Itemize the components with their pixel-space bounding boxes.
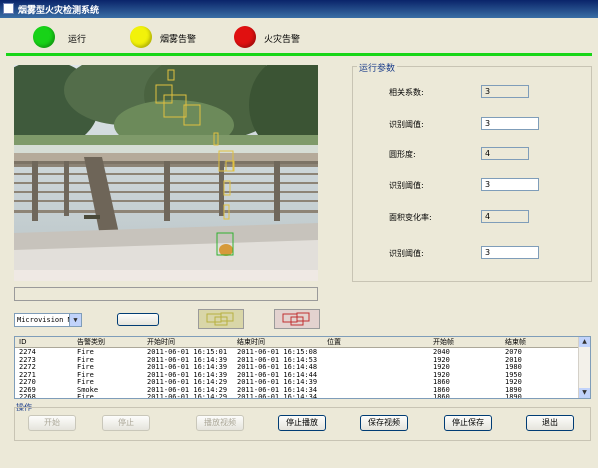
- param-label-area-change-rate: 面积变化率:: [389, 213, 432, 222]
- status-label-fire-alarm: 火灾告警: [264, 35, 301, 45]
- param-label-circularity: 圆形度:: [389, 150, 416, 159]
- column-header-start-time[interactable]: 开始时间: [147, 338, 175, 346]
- param-label-correlation: 相关系数:: [389, 88, 424, 97]
- scroll-up-icon[interactable]: ▲: [579, 337, 590, 347]
- title-bar: 烟雾型火灾检测系统: [0, 0, 598, 18]
- status-lamp-fire-alarm: [234, 26, 256, 48]
- status-lamp-running: [33, 26, 55, 48]
- app-icon: [3, 3, 14, 14]
- table-row[interactable]: 2268 Fire 2011-06-01 16:14:29 2011-06-01 16…: [15, 393, 580, 399]
- param-label-threshold-2: 识别阈值:: [389, 181, 424, 190]
- table-scrollbar[interactable]: ▲ ▼: [578, 337, 590, 398]
- roi-grid-red-icon: [282, 312, 310, 326]
- device-select[interactable]: Microvision MV C ▼: [14, 313, 82, 327]
- table-cell: Fire: [77, 393, 94, 399]
- video-progress-bar: [14, 287, 318, 301]
- column-header-location[interactable]: 位置: [327, 338, 341, 346]
- status-lamp-smoke-alarm: [130, 26, 152, 48]
- params-panel: 运行参数 相关系数: 3 识别阈值: 3 圆形度: 4 识别阈值: 3 面积变化…: [352, 61, 592, 282]
- alarm-table[interactable]: ID 告警类别 开始时间 结束时间 位置 开始帧 结束帧 2274 Fire 201…: [14, 336, 591, 399]
- play-video-button[interactable]: 播放视频: [196, 415, 244, 431]
- param-input-threshold-1[interactable]: 3: [481, 117, 539, 130]
- scroll-down-icon[interactable]: ▼: [579, 388, 590, 398]
- column-header-alarm-type[interactable]: 告警类别: [77, 338, 105, 346]
- column-header-end-time[interactable]: 结束时间: [237, 338, 265, 346]
- roi-clear-button[interactable]: [274, 309, 320, 329]
- table-cell: 2268: [19, 393, 36, 399]
- roi-select-button[interactable]: [198, 309, 244, 329]
- column-header-start-frame[interactable]: 开始帧: [433, 338, 454, 346]
- alarm-table-header: ID 告警类别 开始时间 结束时间 位置 开始帧 结束帧: [15, 337, 580, 348]
- table-cell: 2011-06-01 16:14:34: [237, 393, 318, 399]
- status-divider: [6, 53, 592, 56]
- status-label-smoke-alarm: 烟雾告警: [160, 35, 197, 45]
- table-cell: 1890: [505, 393, 522, 399]
- blank-button[interactable]: [117, 313, 159, 326]
- chevron-down-icon[interactable]: ▼: [69, 314, 81, 326]
- params-panel-title: 运行参数: [357, 61, 398, 74]
- roi-grid-icon: [206, 312, 234, 326]
- stop-play-button[interactable]: 停止播放: [278, 415, 326, 431]
- param-input-threshold-2[interactable]: 3: [481, 178, 539, 191]
- video-view[interactable]: [14, 65, 318, 281]
- exit-button[interactable]: 退出: [526, 415, 574, 431]
- column-header-id[interactable]: ID: [19, 338, 26, 346]
- save-video-button[interactable]: 保存视频: [360, 415, 408, 431]
- column-header-end-frame[interactable]: 结束帧: [505, 338, 526, 346]
- stop-button[interactable]: 停止: [102, 415, 150, 431]
- param-label-threshold-3: 识别阈值:: [389, 249, 424, 258]
- param-value-area-change-rate: 4: [481, 210, 529, 223]
- param-value-correlation: 3: [481, 85, 529, 98]
- table-cell: 2011-06-01 16:14:29: [147, 393, 228, 399]
- window-title: 烟雾型火灾检测系统: [18, 6, 100, 16]
- param-label-threshold-1: 识别阈值:: [389, 120, 424, 129]
- stop-save-button[interactable]: 停止保存: [444, 415, 492, 431]
- start-button[interactable]: 开始: [28, 415, 76, 431]
- param-input-threshold-3[interactable]: 3: [481, 246, 539, 259]
- param-value-circularity: 4: [481, 147, 529, 160]
- video-frame: [14, 65, 318, 281]
- table-cell: 1860: [433, 393, 450, 399]
- status-label-running: 运行: [68, 35, 87, 45]
